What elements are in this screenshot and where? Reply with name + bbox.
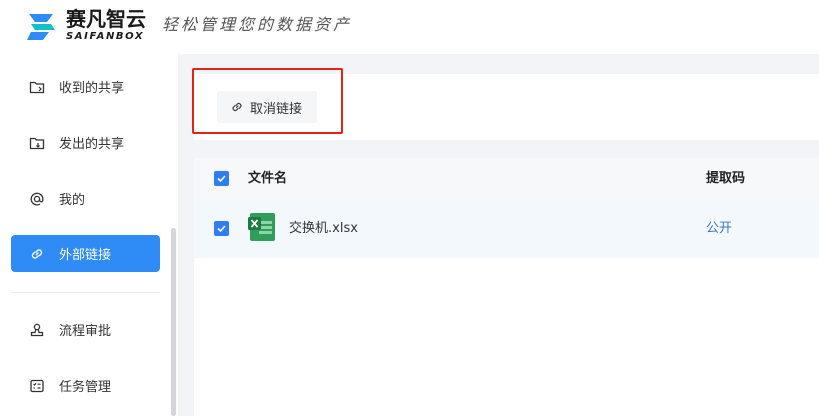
folder-in-icon (29, 79, 45, 95)
annotation-highlight-box (192, 68, 343, 134)
row-checkbox[interactable] (214, 221, 229, 236)
brand-name: 赛凡智云 (66, 7, 146, 31)
task-list-icon (29, 378, 45, 394)
stamp-icon (29, 322, 45, 338)
sidebar-item-label: 外部链接 (59, 248, 112, 263)
extraction-code: 公开 (706, 221, 733, 236)
sidebar: 收到的共享 发出的共享 我的 外部链接 流程审批 任务管理 (0, 54, 178, 416)
sidebar-item-label: 发出的共享 (59, 137, 125, 152)
table-row[interactable]: 交换机.xlsx 公开 (194, 200, 819, 258)
column-header-code[interactable]: 提取码 (706, 170, 745, 188)
app-header: 赛凡智云 SAIFANBOX 轻松管理您的数据资产 (0, 0, 819, 54)
sidebar-divider (11, 292, 160, 293)
brand-slogan: 轻松管理您的数据资产 (162, 15, 353, 34)
check-icon (217, 175, 226, 183)
excel-file-icon (248, 213, 275, 241)
file-name[interactable]: 交换机.xlsx (289, 220, 358, 238)
sidebar-item-label: 流程审批 (59, 324, 112, 339)
sidebar-item-label: 任务管理 (59, 380, 112, 395)
logo-icon (27, 14, 55, 40)
at-icon (29, 191, 45, 207)
sidebar-item-mine[interactable]: 我的 (11, 180, 160, 217)
file-table: 文件名 提取码 交换机.xlsx 公开 (194, 158, 819, 416)
sidebar-item-external-links[interactable]: 外部链接 (11, 235, 160, 272)
brand-name-en: SAIFANBOX (66, 31, 145, 42)
sidebar-item-approval[interactable]: 流程审批 (11, 311, 160, 348)
sidebar-item-received-shares[interactable]: 收到的共享 (11, 68, 160, 105)
link-icon (29, 246, 45, 262)
check-icon (217, 225, 226, 233)
sidebar-item-label: 收到的共享 (59, 81, 125, 96)
sidebar-item-sent-shares[interactable]: 发出的共享 (11, 124, 160, 161)
sidebar-item-tasks[interactable]: 任务管理 (11, 367, 160, 404)
folder-out-icon (29, 135, 45, 151)
table-header: 文件名 提取码 (194, 158, 819, 200)
sidebar-scrollbar[interactable] (171, 228, 176, 416)
select-all-checkbox[interactable] (214, 171, 229, 186)
sidebar-item-label: 我的 (59, 193, 86, 208)
column-header-file-name[interactable]: 文件名 (248, 170, 287, 188)
